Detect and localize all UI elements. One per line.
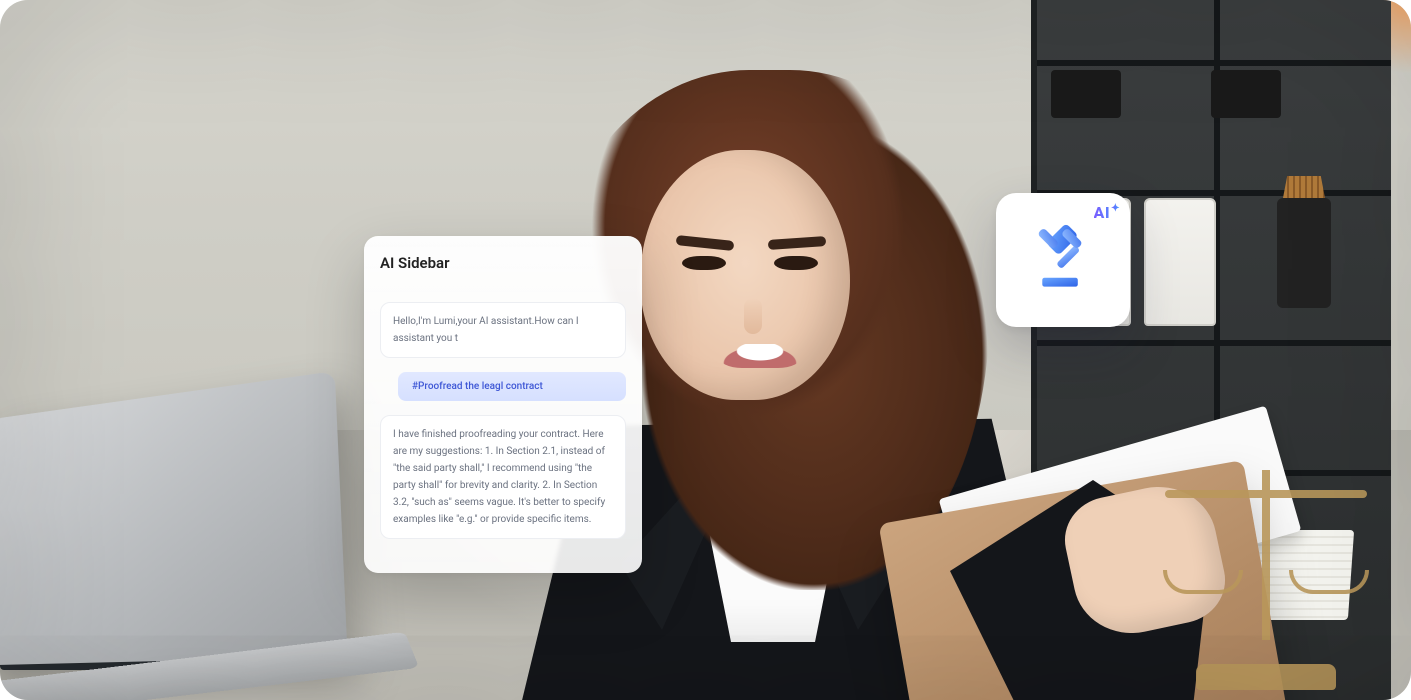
prompt-chip-proofread[interactable]: #Proofread the leagl contract xyxy=(398,372,626,401)
ai-badge: AI✦ xyxy=(1094,203,1120,222)
justice-scales-icon xyxy=(1161,450,1371,690)
app-tile-legal[interactable]: AI✦ xyxy=(996,193,1130,327)
ai-sidebar-title: AI Sidebar xyxy=(380,254,626,272)
background-photo xyxy=(0,0,1411,700)
ai-sidebar-card[interactable]: AI Sidebar Hello,I'm Lumi,your AI assist… xyxy=(364,236,642,573)
binder-clip-icon xyxy=(1211,70,1281,118)
gavel-icon xyxy=(1026,223,1100,297)
ai-response-bubble: I have finished proofreading your contra… xyxy=(380,415,626,539)
scene-root: AI Sidebar Hello,I'm Lumi,your AI assist… xyxy=(0,0,1411,700)
sparkle-icon: ✦ xyxy=(1111,203,1120,214)
ai-badge-text: AI xyxy=(1094,203,1111,222)
pencil-cup-icon xyxy=(1277,198,1331,308)
ai-greeting-bubble: Hello,I'm Lumi,your AI assistant.How can… xyxy=(380,302,626,358)
magazine-holder-icon xyxy=(1144,198,1216,326)
